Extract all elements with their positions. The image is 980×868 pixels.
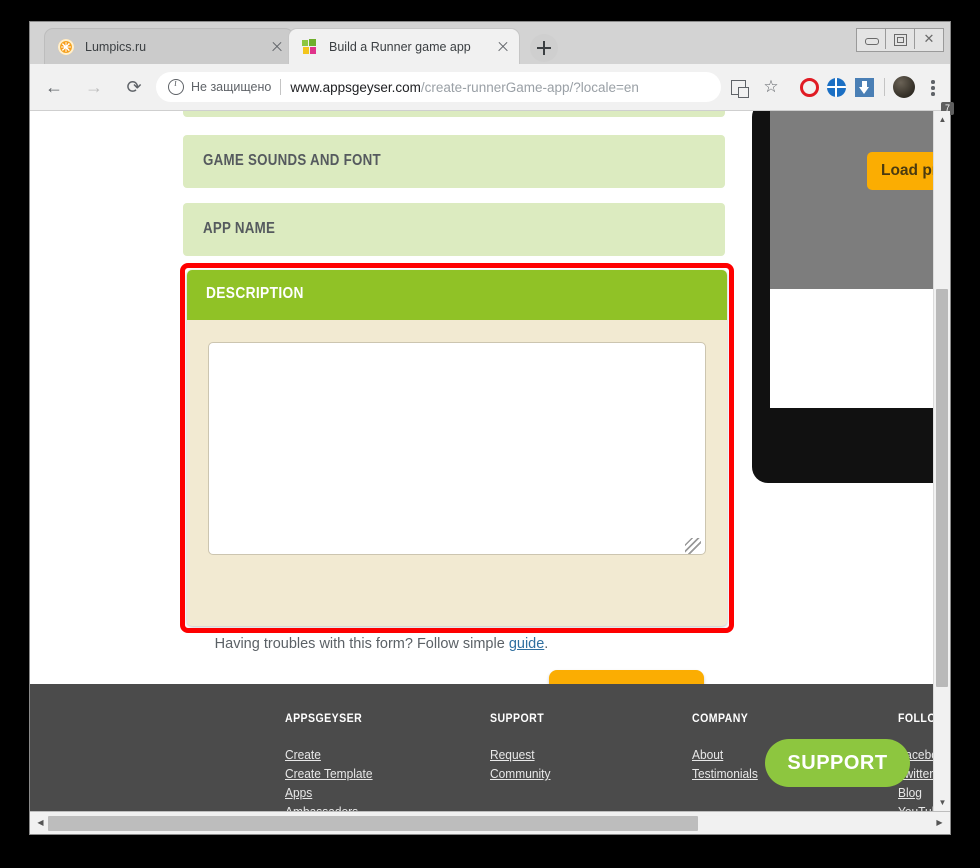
star-icon[interactable]: ☆ [758, 74, 784, 100]
tab-strip: Lumpics.ru Build a Runner game app ✕ [30, 22, 950, 64]
horizontal-scrollbar[interactable]: ◀ ▶ [30, 811, 950, 834]
tab-build-a-runner-game-app[interactable]: Build a Runner game app [288, 28, 520, 64]
forward-button[interactable]: → [78, 71, 110, 103]
footer-column-support: SUPPORT Request Community [490, 711, 556, 785]
reload-button[interactable]: ⟳ [118, 71, 150, 103]
vertical-scrollbar[interactable]: ▲ ▼ [933, 111, 950, 811]
footer-column-title: APPSGEYSER [285, 711, 363, 725]
translate-icon[interactable] [731, 79, 749, 98]
horizontal-scrollbar-thumb[interactable] [48, 816, 698, 831]
footer-link[interactable]: Request [490, 747, 550, 762]
troubles-text-before: Having troubles with this form? Follow s… [214, 636, 509, 652]
scroll-up-icon[interactable]: ▲ [934, 111, 951, 128]
scroll-right-icon[interactable]: ▶ [931, 814, 948, 832]
browser-window: Lumpics.ru Build a Runner game app ✕ ← →… [30, 22, 954, 834]
footer-support-button[interactable]: SUPPORT [765, 739, 910, 787]
new-tab-button[interactable] [530, 34, 558, 62]
scroll-down-icon[interactable]: ▼ [934, 794, 951, 811]
url-path: /create-runnerGame-app/?locale=en [420, 79, 639, 95]
footer-link[interactable]: About [692, 747, 758, 762]
tab-title: Lumpics.ru [85, 39, 147, 54]
minimize-button[interactable] [857, 29, 886, 49]
three-dot-menu-icon[interactable] [924, 74, 942, 100]
address-bar[interactable]: Не защищено www.appsgeyser.com/create-ru… [156, 72, 721, 102]
red-highlight-annotation [180, 263, 734, 633]
window-controls: ✕ [856, 28, 944, 52]
globe-icon[interactable] [827, 77, 846, 97]
page-viewport: GAME SOUNDS AND FONT APP NAME Load previ… [30, 111, 950, 811]
reload-icon: ⟳ [126, 77, 142, 97]
scroll-left-icon[interactable]: ◀ [32, 814, 49, 832]
avatar[interactable] [893, 76, 915, 98]
browser-toolbar: ← → ⟳ Не защищено www.appsgeyser.com/cre… [30, 64, 954, 115]
accordion-label: GAME SOUNDS AND FONT [203, 152, 381, 169]
phone-screen: Load preview [770, 111, 950, 408]
security-status-label: Не защищено [191, 80, 272, 94]
phone-screen-top-area [770, 111, 950, 289]
forward-arrow-icon: → [85, 77, 103, 97]
toolbar-divider [884, 78, 885, 96]
accordion-game-sounds-and-font[interactable]: GAME SOUNDS AND FONT [183, 135, 725, 188]
download-icon[interactable] [855, 77, 874, 97]
footer-column-title: SUPPORT [490, 711, 545, 725]
page-content: GAME SOUNDS AND FONT APP NAME Load previ… [30, 111, 950, 811]
guide-link[interactable]: guide [509, 636, 544, 652]
appsgeyser-icon [302, 38, 318, 55]
citrus-icon [58, 38, 74, 55]
footer-link[interactable]: Testimonials [692, 766, 758, 781]
tab-title: Build a Runner game app [329, 39, 471, 54]
screenshot-root: Lumpics.ru Build a Runner game app ✕ ← →… [0, 0, 980, 868]
footer-column-appsgeyser: APPSGEYSER Create Create Template Apps A… [285, 711, 380, 811]
footer-link[interactable]: Ambassadors [285, 804, 373, 811]
close-icon[interactable] [495, 39, 511, 55]
footer-link[interactable]: Create [285, 747, 373, 762]
footer-link[interactable]: Create Template [285, 766, 373, 781]
site-footer: APPSGEYSER Create Create Template Apps A… [30, 684, 950, 811]
back-arrow-icon: ← [45, 77, 63, 97]
url-host: www.appsgeyser.com [290, 79, 421, 95]
troubles-text-after: . [544, 636, 549, 652]
troubles-help-text: Having troubles with this form? Follow s… [30, 636, 733, 652]
accordion-label: APP NAME [203, 220, 276, 237]
close-icon[interactable] [269, 39, 285, 55]
omnibox-divider [280, 79, 282, 95]
url-text: www.appsgeyser.com/create-runnerGame-app… [290, 80, 639, 95]
footer-link[interactable]: Apps [285, 785, 373, 800]
maximize-button[interactable] [886, 29, 915, 49]
opera-extension-icon[interactable]: 7 [800, 77, 954, 115]
accordion-partial-top[interactable] [183, 111, 725, 117]
accordion-app-name[interactable]: APP NAME [183, 203, 725, 256]
footer-column-company: COMPANY About Testimonials [692, 711, 764, 785]
back-button[interactable]: ← [38, 71, 70, 103]
tab-lumpics[interactable]: Lumpics.ru [44, 28, 294, 64]
vertical-scrollbar-thumb[interactable] [936, 289, 948, 687]
footer-column-title: COMPANY [692, 711, 749, 725]
footer-link[interactable]: Community [490, 766, 550, 781]
close-window-button[interactable]: ✕ [915, 29, 943, 49]
phone-preview-mockup: Load preview [752, 111, 950, 483]
info-circle-icon[interactable] [168, 78, 184, 95]
